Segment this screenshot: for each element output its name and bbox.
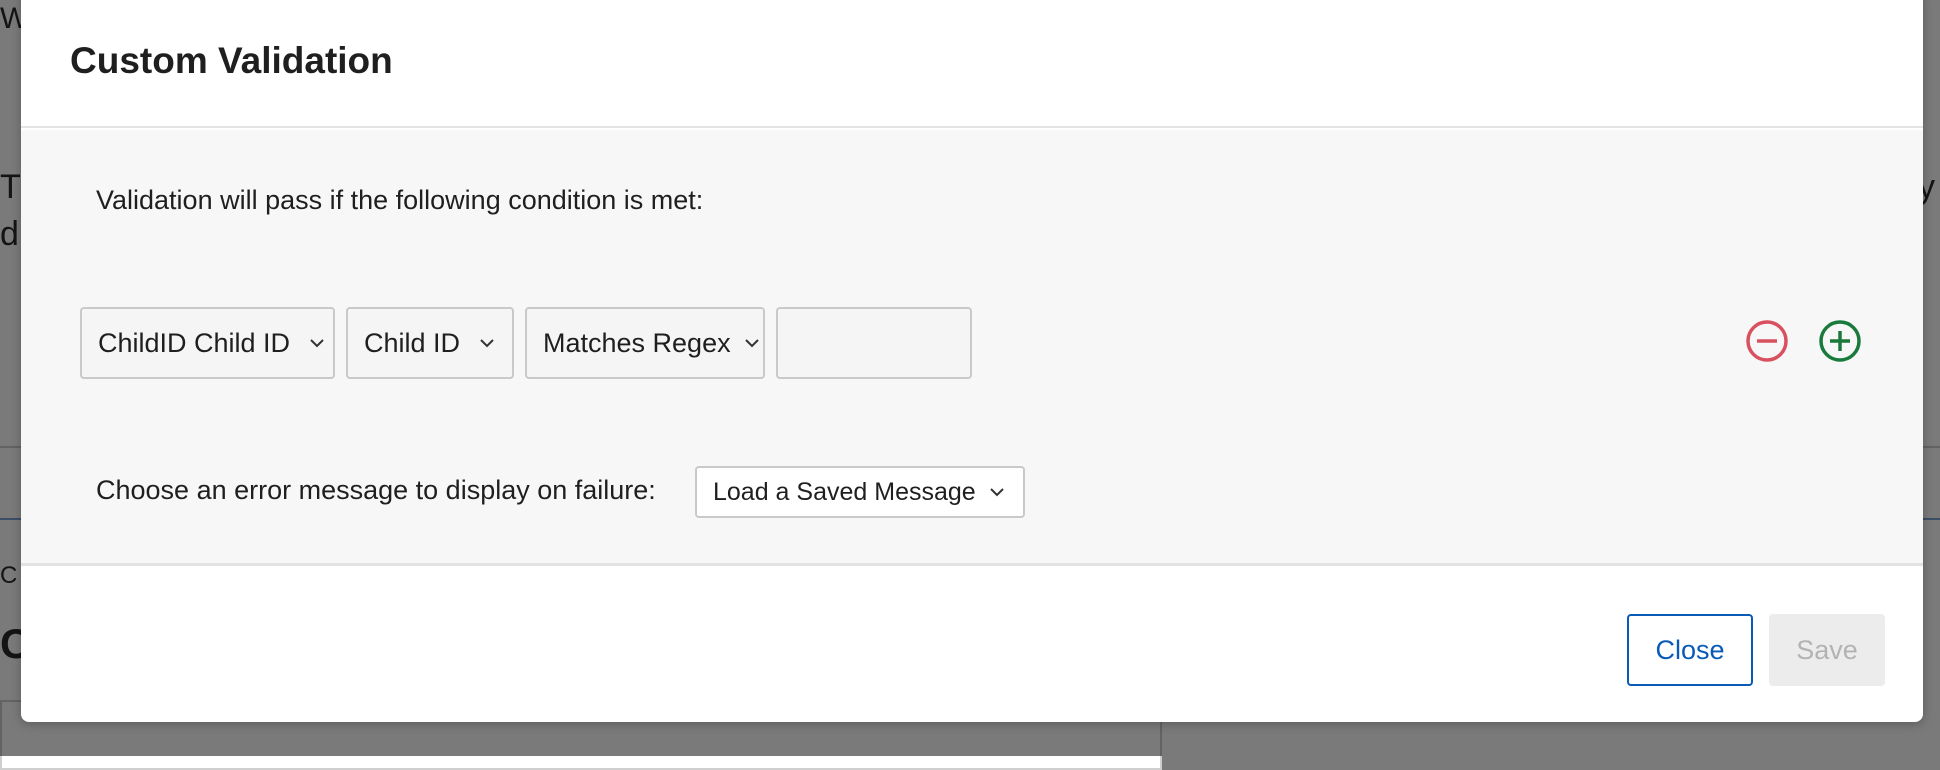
- remove-condition-button[interactable]: [1742, 316, 1792, 366]
- custom-validation-dialog: Custom Validation Validation will pass i…: [21, 0, 1923, 722]
- saved-message-select-label: Load a Saved Message: [713, 477, 976, 506]
- dialog-body: Validation will pass if the following co…: [21, 130, 1923, 566]
- save-button[interactable]: Save: [1769, 614, 1885, 686]
- chevron-down-icon: [989, 488, 1004, 497]
- subfield-select-label: Child ID: [364, 327, 461, 358]
- add-condition-button[interactable]: [1815, 316, 1865, 366]
- validation-lead-text: Validation will pass if the following co…: [96, 185, 704, 215]
- chevron-down-icon: [744, 339, 759, 348]
- regex-value-input[interactable]: [776, 307, 972, 379]
- chevron-down-icon: [310, 339, 324, 348]
- close-button[interactable]: Close: [1627, 614, 1753, 686]
- error-message-label: Choose an error message to display on fa…: [96, 475, 656, 505]
- condition-row: ChildID Child ID Child ID Matches Regex: [80, 307, 972, 379]
- subfield-select[interactable]: Child ID: [346, 307, 514, 379]
- operator-select-label: Matches Regex: [543, 327, 731, 358]
- saved-message-select[interactable]: Load a Saved Message: [695, 466, 1025, 518]
- field-select[interactable]: ChildID Child ID: [80, 307, 335, 379]
- field-select-label: ChildID Child ID: [98, 327, 291, 358]
- chevron-down-icon: [480, 339, 494, 348]
- operator-select[interactable]: Matches Regex: [525, 307, 765, 379]
- dialog-header: Custom Validation: [21, 0, 1923, 128]
- dialog-title: Custom Validation: [70, 40, 393, 81]
